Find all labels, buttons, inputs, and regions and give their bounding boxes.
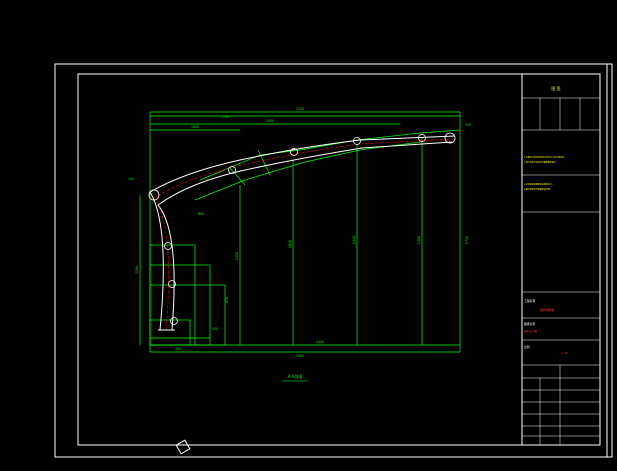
dim-text-bottom-overall: 3000 <box>296 354 304 358</box>
title-block-header: 图 签 <box>551 85 560 91</box>
dim-text-left-col-1: 850 <box>225 297 229 303</box>
dim-text-top-third: 1900 <box>191 125 199 129</box>
node-circle <box>170 317 178 325</box>
project-value: 钢结构雨棚 <box>540 308 554 312</box>
dim-text-bottom-left: 400 <box>175 347 181 351</box>
title-note-1: 1.本图尺寸单位除标高以米计外,余均以毫米计。 <box>524 155 567 159</box>
dim-box-left-4 <box>149 319 191 346</box>
dim-text-callout-left: 700 <box>128 177 134 181</box>
drawing-label: 图纸名称 <box>524 322 535 326</box>
dim-text-left-col-2: 430 <box>212 327 218 331</box>
dim-text-height-left: 2100 <box>135 266 139 274</box>
scale-label: 比例 <box>524 345 530 349</box>
dim-text-callout-right: 700 <box>465 123 471 127</box>
title-block: 图 签 1.本图尺寸单位除标高以米计外,余均以毫米计。 2.施工时应与其他专业图… <box>521 73 601 446</box>
drawing-value: 雨棚节点详图 <box>524 329 537 333</box>
node-circle <box>444 132 456 144</box>
dim-text-vertical-3: 1440 <box>352 236 356 244</box>
dimension-layer <box>139 111 461 353</box>
title-note-4: 4.图中钢构件均需做防锈处理。 <box>524 187 552 191</box>
title-note-2: 2.施工时应与其他专业图纸配合施工。 <box>524 160 558 164</box>
truss-structure <box>149 135 456 331</box>
ucs-icon[interactable] <box>175 439 191 455</box>
dim-text-top-overall: 3200 <box>296 107 304 111</box>
dim-text-bottom-main: 2400 <box>316 340 324 344</box>
project-label: 工程名称 <box>524 299 535 303</box>
sheet-outer-border <box>54 63 613 458</box>
dim-text-height-right: 1710 <box>465 236 469 244</box>
title-note-3: 3.未尽事宜按国家有关规范执行。 <box>524 182 554 186</box>
truss-bottom-chord <box>157 141 453 206</box>
dim-text-vertical-4: 1300 <box>417 236 421 244</box>
cad-drawing-canvas[interactable]: 图 签 1.本图尺寸单位除标高以米计外,余均以毫米计。 2.施工时应与其他专业图… <box>0 0 617 471</box>
dim-text-vertical-2: 1610 <box>288 240 292 248</box>
dim-text-vertical-1: 1450 <box>235 252 239 260</box>
dim-text-top-fourth: 1750 <box>221 115 229 119</box>
title-block-border <box>521 73 601 446</box>
section-title: A-A剖面 <box>288 373 303 379</box>
scale-value: 1:20 <box>562 351 569 355</box>
dim-text-arc-radius: R80 <box>198 212 204 216</box>
dim-box-left-2 <box>149 264 211 346</box>
dim-text-top-second: 2450 <box>266 119 274 123</box>
